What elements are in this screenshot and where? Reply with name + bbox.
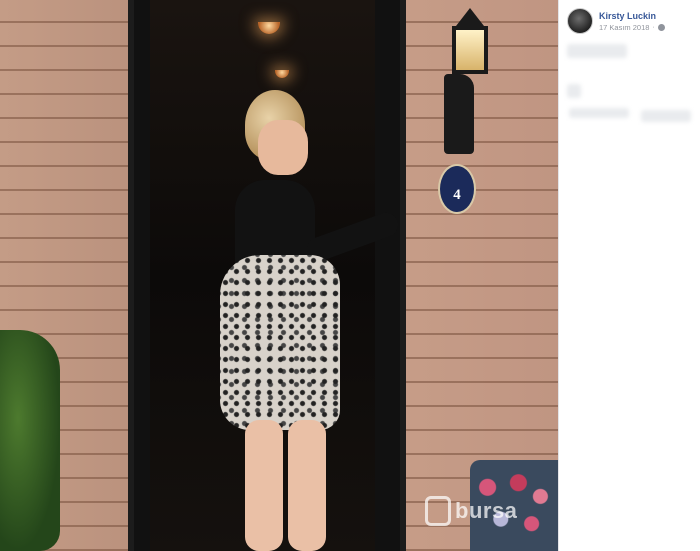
house-number-plaque: 4	[438, 164, 476, 214]
watermark: bursa	[425, 496, 517, 526]
post-photo[interactable]: 4 bursa	[0, 0, 558, 551]
separator-dot: ·	[652, 24, 655, 31]
house-number: 4	[453, 187, 461, 203]
globe-icon	[657, 24, 665, 31]
author-name[interactable]: Kirsty Luckin	[599, 11, 665, 21]
wall-lamp	[440, 8, 500, 154]
blurred-content	[641, 110, 691, 122]
blurred-content	[567, 84, 581, 98]
post-date[interactable]: 17 Kasım 2018	[599, 23, 649, 32]
blurred-content	[569, 108, 629, 118]
watermark-logo-icon	[425, 496, 451, 526]
post-header: Kirsty Luckin 17 Kasım 2018 ·	[567, 8, 665, 34]
person	[220, 90, 402, 551]
blurred-content	[567, 44, 627, 58]
plant	[0, 330, 60, 551]
post-sidebar: Kirsty Luckin 17 Kasım 2018 ·	[558, 0, 700, 551]
post-meta: 17 Kasım 2018 ·	[599, 23, 665, 32]
avatar[interactable]	[567, 8, 593, 34]
watermark-text: bursa	[455, 498, 518, 523]
